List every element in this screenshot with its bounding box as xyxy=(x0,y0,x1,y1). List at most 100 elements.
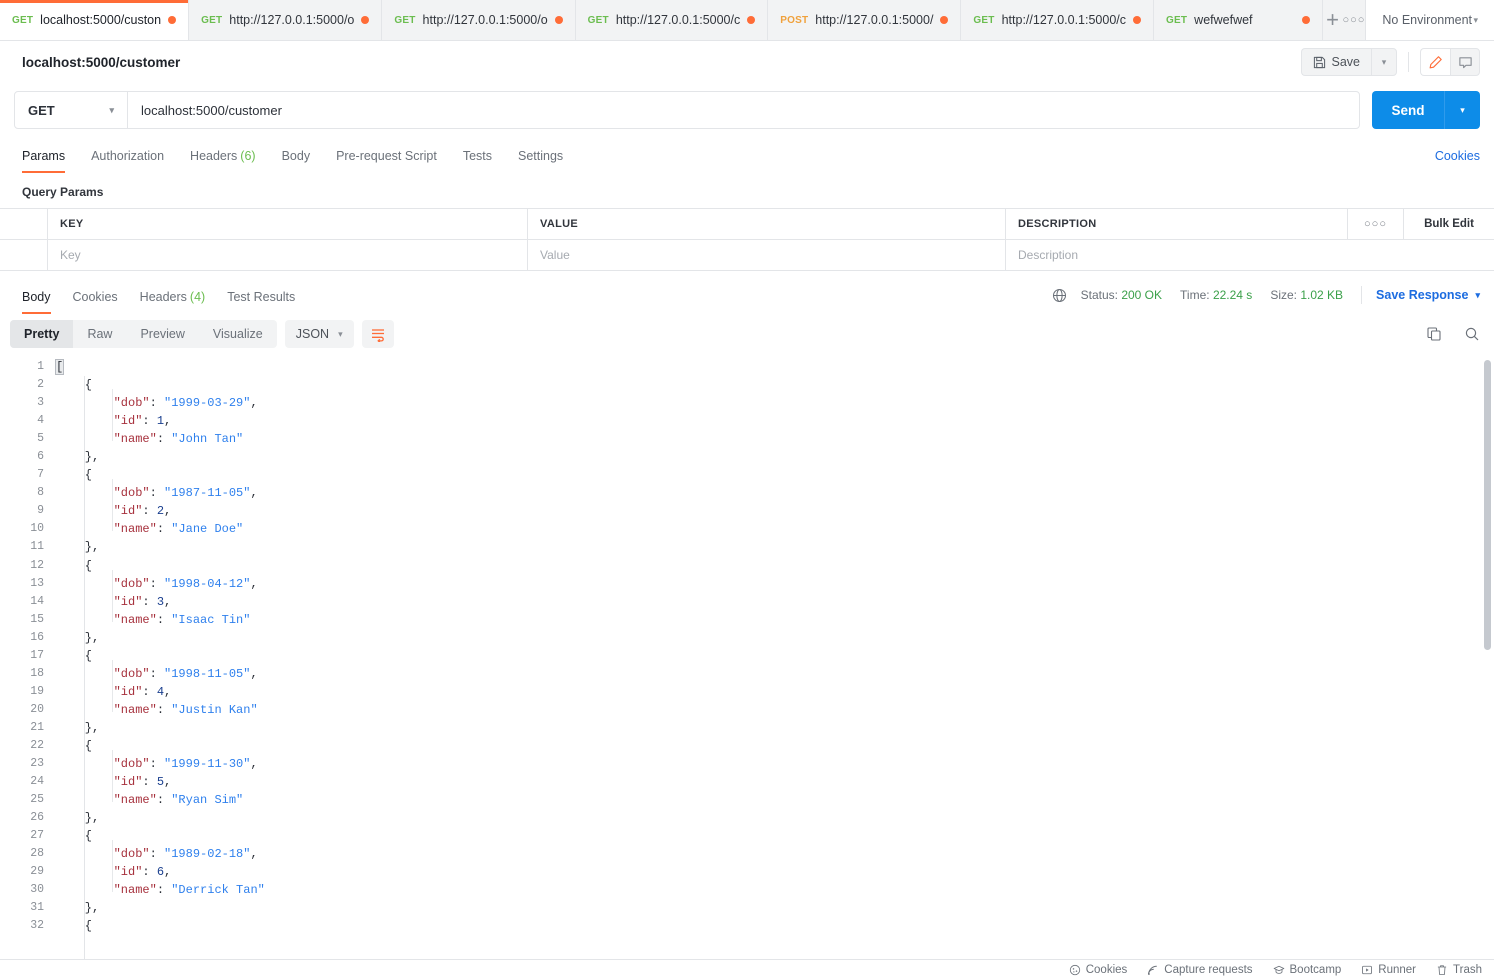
response-tab-cookies[interactable]: Cookies xyxy=(73,280,118,314)
format-controls: Pretty Raw Preview Visualize JSON ▾ xyxy=(10,320,394,348)
line-number: 14 xyxy=(30,594,44,608)
tab-settings[interactable]: Settings xyxy=(518,139,563,173)
comment-button[interactable] xyxy=(1450,48,1480,76)
param-description-input[interactable]: Description xyxy=(1006,240,1494,270)
code-token-p: , xyxy=(164,865,172,880)
footer-capture-requests[interactable]: Capture requests xyxy=(1147,964,1253,976)
new-tab-button[interactable]: + xyxy=(1323,0,1343,40)
code-token-p: { xyxy=(56,648,93,663)
send-options-button[interactable]: ▾ xyxy=(1444,91,1480,129)
request-header-actions: Save ▾ xyxy=(1300,48,1480,76)
tab-name-label: http://127.0.0.1:5000/c xyxy=(615,13,741,27)
query-params-label: Query Params xyxy=(22,185,104,199)
tab-tests[interactable]: Tests xyxy=(463,139,492,173)
request-tab-1[interactable]: GET http://127.0.0.1:5000/o xyxy=(189,0,383,40)
http-method-select[interactable]: GET ▾ xyxy=(15,92,128,128)
footer-cookies[interactable]: Cookies xyxy=(1069,964,1127,976)
code-token-k: "dob" xyxy=(56,757,150,772)
code-token-n: 5 xyxy=(156,775,165,790)
cookie-icon xyxy=(1069,964,1081,976)
code-token-p: : xyxy=(149,576,165,591)
select-all-cell[interactable] xyxy=(0,209,48,239)
search-button[interactable] xyxy=(1464,326,1480,342)
response-tab-headers[interactable]: Headers (4) xyxy=(140,280,206,314)
http-method-value: GET xyxy=(28,102,55,118)
send-button[interactable]: Send xyxy=(1372,91,1444,129)
code-token-p: , xyxy=(250,847,258,862)
tab-authorization[interactable]: Authorization xyxy=(91,139,164,173)
code-line: [ xyxy=(54,358,1494,376)
unsaved-indicator-icon xyxy=(1133,16,1141,24)
code-line: { xyxy=(56,917,1494,935)
wrap-lines-button[interactable] xyxy=(361,320,394,348)
response-tab-body[interactable]: Body xyxy=(22,280,51,314)
code-token-n: 4 xyxy=(156,684,165,699)
copy-button[interactable] xyxy=(1426,326,1442,342)
response-format-bar: Pretty Raw Preview Visualize JSON ▾ xyxy=(0,314,1494,354)
method-url-group: GET ▾ localhost:5000/customer xyxy=(14,91,1360,129)
line-number: 11 xyxy=(30,540,44,554)
tab-headers[interactable]: Headers (6) xyxy=(190,139,256,173)
tab-name-label: http://127.0.0.1:5000/o xyxy=(422,13,548,27)
save-response-button[interactable]: Save Response ▾ xyxy=(1376,288,1480,302)
tab-pre-request-script[interactable]: Pre-request Script xyxy=(336,139,437,173)
param-value-input[interactable]: Value xyxy=(528,240,1006,270)
tab-count: (4) xyxy=(189,290,206,304)
row-checkbox-cell[interactable] xyxy=(0,240,48,270)
footer-runner[interactable]: Runner xyxy=(1361,964,1416,976)
request-tab-3[interactable]: GET http://127.0.0.1:5000/c xyxy=(575,0,769,40)
view-mode-raw[interactable]: Raw xyxy=(73,320,126,348)
request-tab-4[interactable]: POST http://127.0.0.1:5000/ xyxy=(768,0,962,40)
code-token-k: "name" xyxy=(56,432,157,447)
tab-options-icon[interactable]: ○○○ xyxy=(1342,0,1365,40)
code-line: }, xyxy=(56,809,1494,827)
code-line: "id": 5, xyxy=(56,773,1494,791)
save-options-button[interactable]: ▾ xyxy=(1371,48,1397,76)
response-body-code[interactable]: [ { "dob": "1999-03-29", "id": 1, "name"… xyxy=(54,354,1494,979)
code-token-p: }, xyxy=(56,811,100,826)
params-options-icon[interactable]: ○○○ xyxy=(1348,209,1404,239)
query-params-table: KEY VALUE DESCRIPTION ○○○ Bulk Edit Key … xyxy=(0,208,1494,271)
line-number: 30 xyxy=(30,883,44,897)
code-token-p: : xyxy=(156,522,172,537)
response-scrollbar[interactable] xyxy=(1484,360,1491,650)
footer-trash[interactable]: Trash xyxy=(1436,964,1482,976)
code-token-n: 6 xyxy=(156,865,165,880)
response-body-viewer[interactable]: 1 2 3 4 5 6 7 8 9 10 11 12 13 14 15 16 17 18 19 20 21 22 23 24 2… xyxy=(0,354,1494,979)
request-tab-0[interactable]: GET localhost:5000/custon xyxy=(0,0,190,40)
tab-body[interactable]: Body xyxy=(282,139,311,173)
code-token-s: "1989-02-18" xyxy=(164,847,251,862)
line-number: 2 xyxy=(37,378,44,392)
comment-icon xyxy=(1458,55,1473,70)
environment-selector[interactable]: No Environment ▾ xyxy=(1366,0,1494,40)
chevron-down-icon: ▾ xyxy=(1460,104,1465,115)
code-token-n: 1 xyxy=(156,414,165,429)
footer-label: Trash xyxy=(1453,963,1482,976)
code-token-p: : xyxy=(142,865,157,880)
code-token-k: "id" xyxy=(56,594,143,609)
edit-request-button[interactable] xyxy=(1420,48,1450,76)
view-mode-pretty[interactable]: Pretty xyxy=(10,320,74,348)
url-input[interactable]: localhost:5000/customer xyxy=(128,92,1359,128)
code-token-p: [ xyxy=(54,359,65,375)
bulk-edit-button[interactable]: Bulk Edit xyxy=(1404,209,1494,239)
response-tab-test-results[interactable]: Test Results xyxy=(227,280,295,314)
request-tab-2[interactable]: GET http://127.0.0.1:5000/o xyxy=(382,0,576,40)
view-mode-preview[interactable]: Preview xyxy=(126,320,198,348)
request-cookies-link[interactable]: Cookies xyxy=(1435,149,1480,163)
code-token-k: "name" xyxy=(56,702,157,717)
view-mode-visualize[interactable]: Visualize xyxy=(199,320,277,348)
request-tab-6[interactable]: GET wefwefwef xyxy=(1154,0,1323,40)
time-badge: Time: 22.24 s xyxy=(1180,288,1252,302)
line-number: 29 xyxy=(30,865,44,879)
code-token-k: "dob" xyxy=(56,396,150,411)
request-tab-5[interactable]: GET http://127.0.0.1:5000/c xyxy=(961,0,1154,40)
param-key-input[interactable]: Key xyxy=(48,240,528,270)
code-token-n: 2 xyxy=(156,504,165,519)
save-button[interactable]: Save xyxy=(1300,48,1371,76)
response-format-select[interactable]: JSON ▾ xyxy=(284,320,354,348)
line-number: 7 xyxy=(37,468,44,482)
tab-params[interactable]: Params xyxy=(22,139,66,173)
code-line: "id": 4, xyxy=(56,683,1494,701)
footer-bootcamp[interactable]: Bootcamp xyxy=(1273,964,1341,976)
